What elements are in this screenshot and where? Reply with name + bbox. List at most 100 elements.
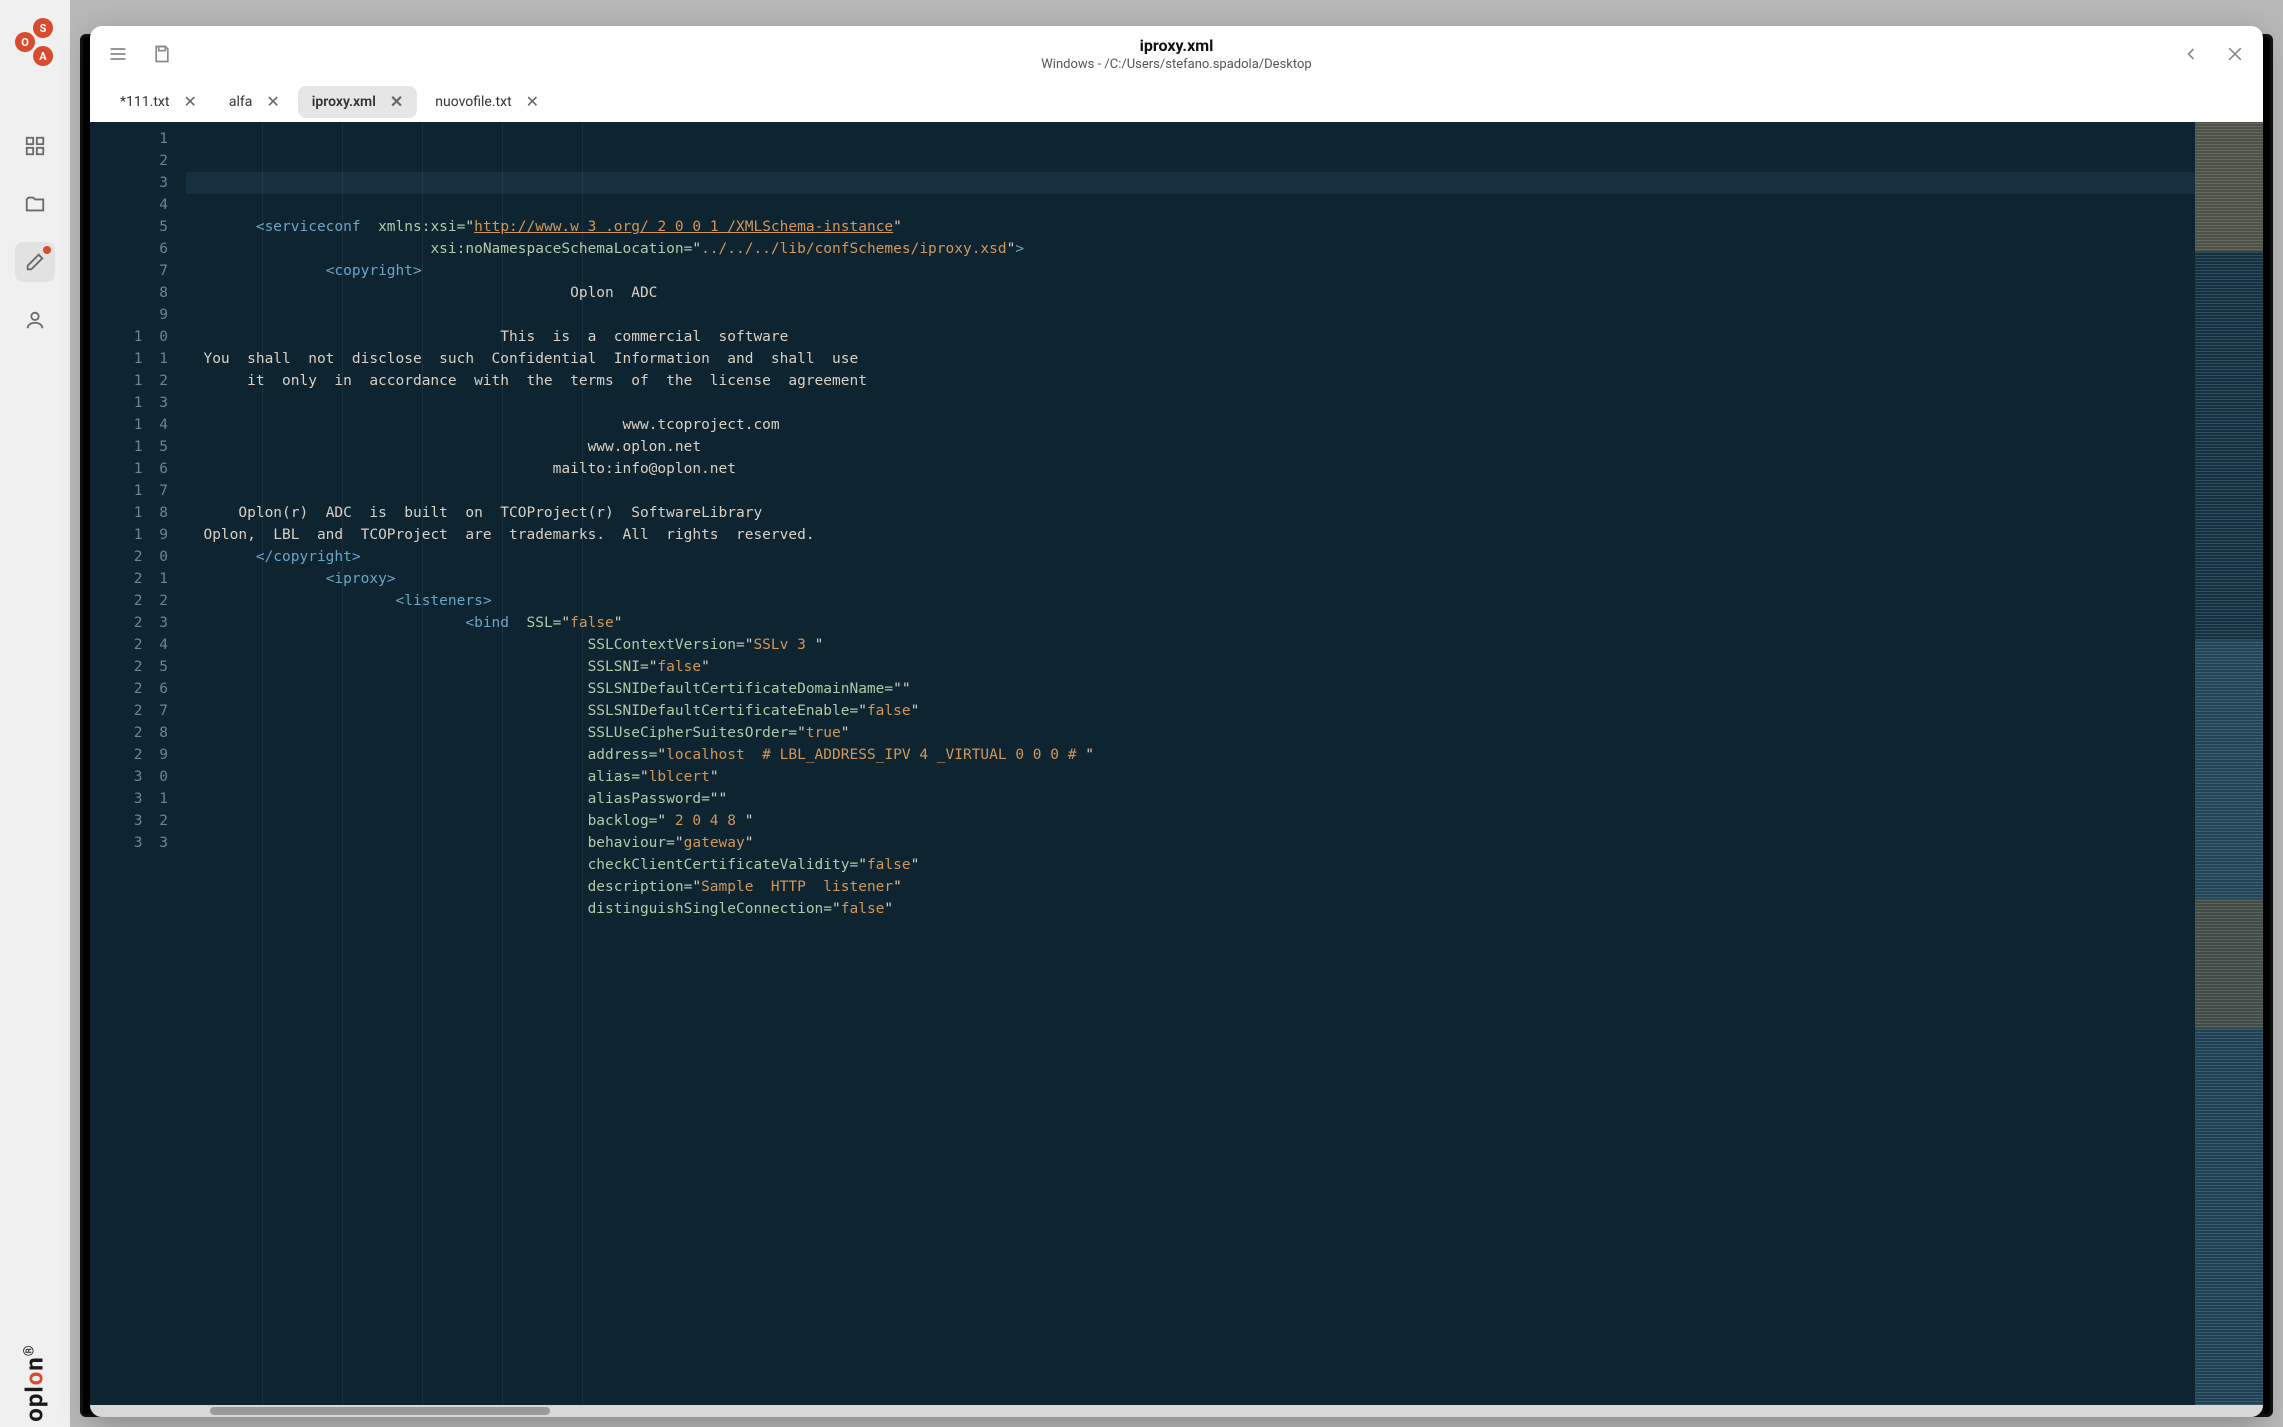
close-icon[interactable] (2223, 42, 2247, 66)
code-line: checkClientCertificateValidity="false" (186, 857, 919, 873)
code-line: www.oplon.net (186, 439, 701, 455)
line-number: 2 (90, 150, 172, 172)
tab-close-icon[interactable]: ✕ (183, 94, 196, 110)
code-line: Oplon ADC (186, 285, 657, 301)
code-line: address="localhost # LBL_ADDRESS_IPV 4 _… (186, 747, 1094, 763)
code-line (186, 307, 195, 323)
tab-close-icon[interactable]: ✕ (266, 94, 279, 110)
line-number: 1 9 (90, 524, 172, 546)
line-number: 1 4 (90, 414, 172, 436)
line-number: 2 2 (90, 590, 172, 612)
line-number: 2 4 (90, 634, 172, 656)
window-title: iproxy.xml (174, 36, 2179, 55)
scrollbar-thumb[interactable] (210, 1407, 550, 1415)
line-number: 2 8 (90, 722, 172, 744)
code-line: mailto:info@oplon.net (186, 461, 736, 477)
code-line: <bind SSL="false" (186, 615, 623, 631)
line-number: 7 (90, 260, 172, 282)
code-line: <listeners> (186, 593, 492, 609)
line-number: 5 (90, 216, 172, 238)
code-line (186, 395, 195, 411)
logo-o: O (15, 32, 35, 52)
minimap[interactable] (2195, 122, 2263, 1417)
side-rail: S O A oplon® (0, 0, 70, 1427)
code-line: </copyright> (186, 549, 361, 565)
line-number: 2 5 (90, 656, 172, 678)
tab-label: *111.txt (120, 94, 169, 110)
line-number: 1 2 (90, 370, 172, 392)
code-line (186, 483, 195, 499)
line-number: 1 (90, 128, 172, 150)
tab-bar: *111.txt ✕ alfa ✕ iproxy.xml ✕ nuovofile… (90, 82, 2263, 122)
line-number: 1 6 (90, 458, 172, 480)
line-number: 9 (90, 304, 172, 326)
code-line (186, 172, 2195, 194)
line-number: 8 (90, 282, 172, 304)
line-number: 1 1 (90, 348, 172, 370)
line-number: 2 6 (90, 678, 172, 700)
folder-icon[interactable] (15, 184, 55, 224)
grid-icon[interactable] (15, 126, 55, 166)
tab-nuovofile[interactable]: nuovofile.txt ✕ (421, 86, 553, 118)
code-area[interactable]: <serviceconf xmlns:xsi="http://www.w 3 .… (182, 122, 2195, 1417)
main-area: iproxy.xml Windows - /C:/Users/stefano.s… (70, 0, 2283, 1427)
menu-icon[interactable] (106, 42, 130, 66)
window-header: iproxy.xml Windows - /C:/Users/stefano.s… (90, 26, 2263, 82)
code-line: behaviour="gateway" (186, 835, 753, 851)
horizontal-scrollbar[interactable] (90, 1405, 2263, 1417)
code-line: <serviceconf xmlns:xsi="http://www.w 3 .… (186, 219, 902, 235)
code-line: Oplon(r) ADC is built on TCOProject(r) S… (186, 505, 762, 521)
code-line: www.tcoproject.com (186, 417, 780, 433)
line-number: 2 0 (90, 546, 172, 568)
code-line: <copyright> (186, 263, 422, 279)
tab-111[interactable]: *111.txt ✕ (106, 86, 211, 118)
logo-a: A (33, 46, 53, 66)
tab-label: alfa (229, 94, 253, 110)
line-number: 1 0 (90, 326, 172, 348)
tab-close-icon[interactable]: ✕ (390, 94, 403, 110)
tab-label: iproxy.xml (312, 94, 376, 110)
code-line: SSLUseCipherSuitesOrder="true" (186, 725, 849, 741)
tab-label: nuovofile.txt (435, 94, 511, 110)
code-line: SSLSNI="false" (186, 659, 710, 675)
line-number: 2 1 (90, 568, 172, 590)
line-number: 3 1 (90, 788, 172, 810)
code-line: SSLContextVersion="SSLv 3 " (186, 637, 823, 653)
logo-s: S (33, 18, 53, 38)
code-line: <iproxy> (186, 571, 396, 587)
line-number: 2 7 (90, 700, 172, 722)
line-number: 3 (90, 172, 172, 194)
window-subtitle: Windows - /C:/Users/stefano.spadola/Desk… (174, 57, 2179, 72)
back-icon[interactable] (2179, 42, 2203, 66)
line-number: 3 3 (90, 832, 172, 854)
line-number: 2 9 (90, 744, 172, 766)
line-number: 3 0 (90, 766, 172, 788)
line-number: 1 8 (90, 502, 172, 524)
editor-body: 1234567891 01 11 21 31 41 51 61 71 81 92… (90, 122, 2263, 1417)
code-line: SSLSNIDefaultCertificateEnable="false" (186, 703, 919, 719)
tab-alfa[interactable]: alfa ✕ (215, 86, 294, 118)
code-line: SSLSNIDefaultCertificateDomainName="" (186, 681, 911, 697)
code-line: You shall not disclose such Confidential… (186, 351, 858, 367)
code-line: alias="lblcert" (186, 769, 719, 785)
line-number: 1 5 (90, 436, 172, 458)
code-line: This is a commercial software (186, 329, 788, 345)
code-line: distinguishSingleConnection="false" (186, 901, 893, 917)
logo: S O A (15, 18, 55, 66)
line-number: 3 2 (90, 810, 172, 832)
code-line: aliasPassword="" (186, 791, 727, 807)
code-line: description="Sample HTTP listener" (186, 879, 902, 895)
app-root: S O A oplon® (0, 0, 2283, 1427)
brand-label: oplon® (21, 1344, 49, 1421)
line-number: 1 3 (90, 392, 172, 414)
tab-iproxy[interactable]: iproxy.xml ✕ (298, 86, 418, 118)
save-icon[interactable] (150, 42, 174, 66)
edit-icon[interactable] (15, 242, 55, 282)
code-line: xsi:noNamespaceSchemaLocation="../../../… (186, 241, 1024, 257)
notification-dot-icon (43, 246, 51, 254)
code-line: backlog=" 2 0 4 8 " (186, 813, 753, 829)
tab-close-icon[interactable]: ✕ (526, 94, 539, 110)
code-line: Oplon, LBL and TCOProject are trademarks… (186, 527, 815, 543)
code-line: it only in accordance with the terms of … (186, 373, 867, 389)
user-icon[interactable] (15, 300, 55, 340)
